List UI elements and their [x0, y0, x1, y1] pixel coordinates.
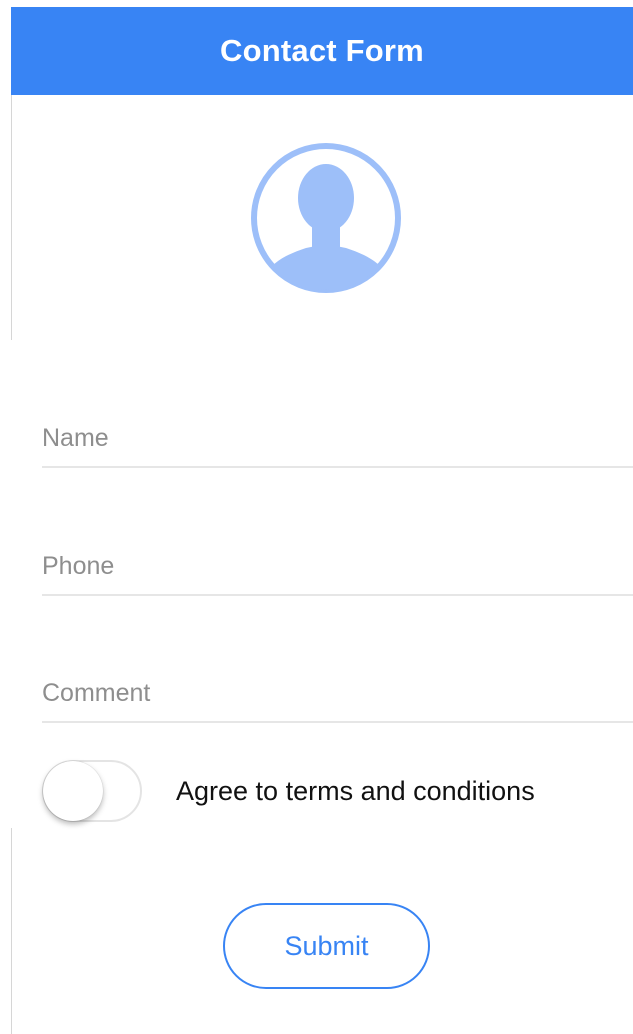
- page-title: Contact Form: [220, 33, 424, 68]
- person-silhouette-icon: [251, 143, 401, 293]
- terms-row: Agree to terms and conditions: [42, 758, 535, 824]
- submit-button[interactable]: Submit: [223, 903, 430, 989]
- avatar[interactable]: [248, 140, 404, 296]
- phone-field: [42, 536, 633, 596]
- left-edge-divider: [11, 828, 12, 1034]
- name-field: [42, 408, 633, 468]
- left-edge-divider: [11, 95, 12, 340]
- name-input[interactable]: [42, 416, 633, 460]
- terms-label: Agree to terms and conditions: [176, 775, 535, 806]
- contact-form-screen: Contact Form Name Phone Comment Agree to…: [0, 0, 633, 1034]
- phone-input[interactable]: [42, 544, 633, 588]
- comment-field: [42, 663, 633, 723]
- header-bar: Contact Form: [11, 7, 633, 95]
- comment-input[interactable]: [42, 671, 633, 715]
- toggle-knob[interactable]: [43, 761, 103, 821]
- terms-toggle[interactable]: [42, 760, 142, 822]
